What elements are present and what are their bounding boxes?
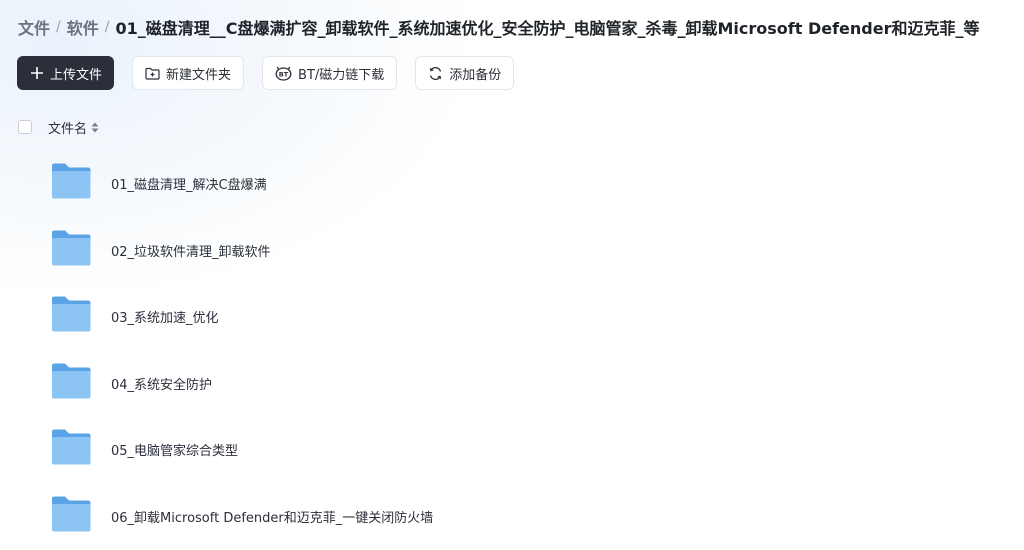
plus-icon: [30, 66, 44, 80]
new-folder-button[interactable]: 新建文件夹: [132, 56, 245, 90]
breadcrumb: 文件 / 软件 / 01_磁盘清理__C盘爆满扩容_卸载软件_系统加速优化_安全…: [18, 14, 979, 40]
file-row[interactable]: 02_垃圾软件清理_卸载软件: [0, 217, 1024, 284]
bt-magnet-download-button[interactable]: BT BT/磁力链下载: [262, 56, 398, 90]
upload-button[interactable]: 上传文件: [17, 56, 115, 90]
sync-icon: [428, 66, 443, 81]
file-name: 01_磁盘清理_解决C盘爆满: [111, 178, 267, 193]
breadcrumb-current-folder: 01_磁盘清理__C盘爆满扩容_卸载软件_系统加速优化_安全防护_电脑管家_杀毒…: [115, 19, 980, 38]
folder-icon: [50, 362, 92, 400]
breadcrumb-separator: /: [104, 19, 110, 35]
file-manager-page: 文件 / 软件 / 01_磁盘清理__C盘爆满扩容_卸载软件_系统加速优化_安全…: [0, 0, 1024, 545]
bt-icon: BT: [275, 66, 292, 81]
folder-icon: [50, 295, 92, 333]
folder-icon: [50, 162, 92, 200]
add-backup-button[interactable]: 添加备份: [415, 56, 515, 90]
select-all-checkbox[interactable]: [18, 120, 32, 134]
bt-magnet-download-button-label: BT/磁力链下载: [298, 67, 385, 83]
breadcrumb-item-software[interactable]: 软件: [67, 15, 99, 39]
file-row[interactable]: 05_电脑管家综合类型: [0, 416, 1024, 483]
breadcrumb-separator: /: [56, 19, 61, 35]
sort-icon[interactable]: [91, 122, 99, 133]
new-folder-icon: [145, 67, 160, 80]
column-header-file-name[interactable]: 文件名: [48, 118, 87, 137]
file-name: 03_系统加速_优化: [111, 311, 219, 327]
breadcrumb-item-files[interactable]: 文件: [18, 15, 50, 39]
file-name: 05_电脑管家综合类型: [111, 444, 239, 460]
toolbar: 上传文件 新建文件夹 BT BT/磁力链下载 添加备份: [17, 56, 515, 90]
upload-button-label: 上传文件: [50, 67, 103, 83]
file-list-header: 文件名: [18, 118, 99, 137]
file-name: 06_卸载Microsoft Defender和迈克菲_一键关闭防火墙: [111, 510, 434, 526]
svg-text:BT: BT: [279, 70, 289, 78]
file-list: 01_磁盘清理_解决C盘爆满 02_垃圾软件清理_卸载软件 03_系统加速_优化…: [0, 150, 1024, 550]
file-row[interactable]: 04_系统安全防护: [0, 350, 1024, 417]
file-name: 04_系统安全防护: [111, 377, 213, 393]
file-row[interactable]: 01_磁盘清理_解决C盘爆满: [0, 150, 1024, 217]
file-row[interactable]: 06_卸载Microsoft Defender和迈克菲_一键关闭防火墙: [0, 483, 1024, 550]
folder-icon: [50, 229, 92, 267]
folder-icon: [50, 428, 92, 466]
folder-icon: [50, 495, 92, 533]
file-name: 02_垃圾软件清理_卸载软件: [111, 244, 271, 260]
file-row[interactable]: 03_系统加速_优化: [0, 283, 1024, 350]
new-folder-button-label: 新建文件夹: [166, 67, 232, 83]
add-backup-button-label: 添加备份: [449, 67, 502, 83]
